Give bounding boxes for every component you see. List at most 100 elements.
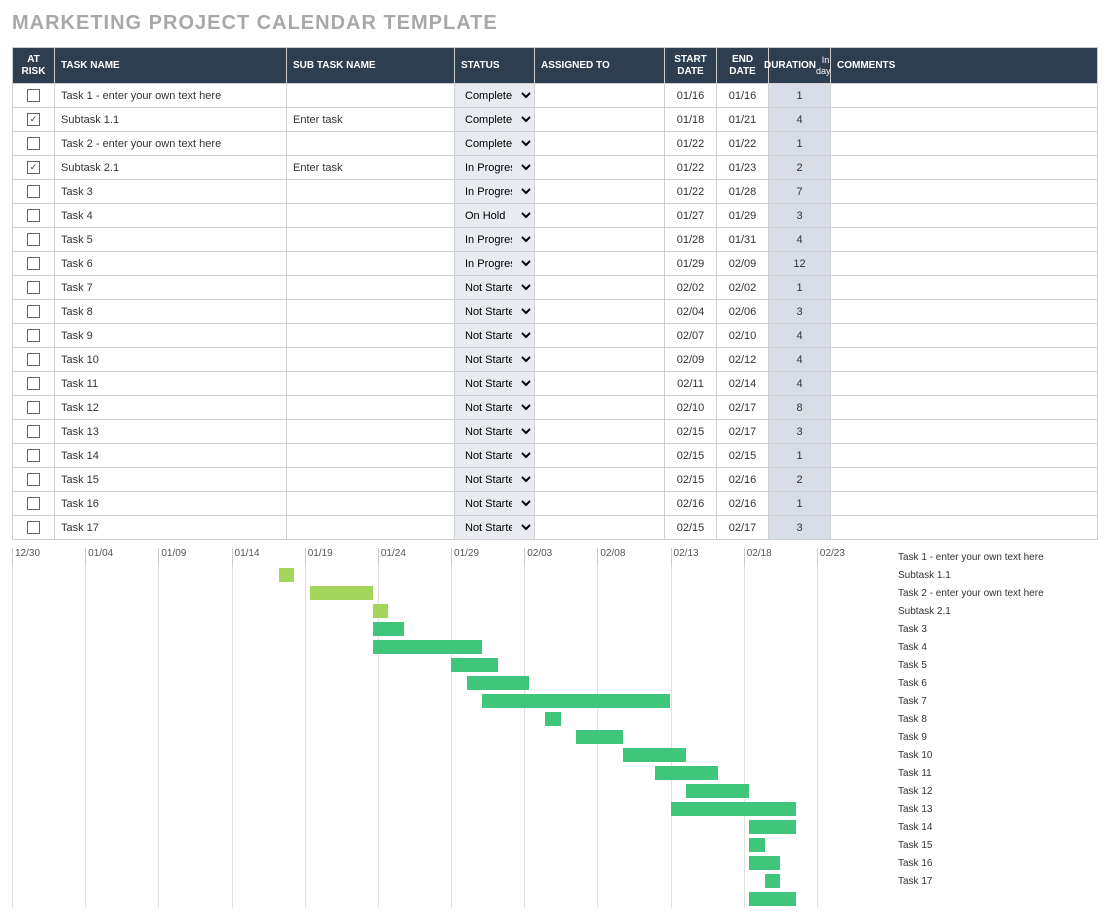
sub-task-cell[interactable] bbox=[287, 204, 455, 228]
status-dropdown[interactable]: CompleteIn ProgressOn HoldNot Started bbox=[455, 468, 534, 491]
status-dropdown[interactable]: CompleteIn ProgressOn HoldNot Started bbox=[455, 276, 534, 299]
sub-task-cell[interactable] bbox=[287, 276, 455, 300]
start-date-cell[interactable]: 01/16 bbox=[665, 84, 717, 108]
start-date-cell[interactable]: 02/09 bbox=[665, 348, 717, 372]
task-name-cell[interactable]: Task 1 - enter your own text here bbox=[55, 84, 287, 108]
task-name-cell[interactable]: Subtask 2.1 bbox=[55, 156, 287, 180]
checkbox-icon[interactable] bbox=[27, 257, 40, 270]
comments-cell[interactable] bbox=[831, 468, 1098, 492]
status-select[interactable]: CompleteIn ProgressOn HoldNot Started bbox=[455, 468, 535, 492]
checkbox-icon[interactable] bbox=[27, 305, 40, 318]
assigned-cell[interactable] bbox=[535, 204, 665, 228]
end-date-cell[interactable]: 02/16 bbox=[717, 468, 769, 492]
sub-task-cell[interactable] bbox=[287, 420, 455, 444]
start-date-cell[interactable]: 02/15 bbox=[665, 420, 717, 444]
at-risk-checkbox[interactable] bbox=[13, 468, 55, 492]
assigned-cell[interactable] bbox=[535, 468, 665, 492]
comments-cell[interactable] bbox=[831, 180, 1098, 204]
status-dropdown[interactable]: CompleteIn ProgressOn HoldNot Started bbox=[455, 228, 534, 251]
task-name-cell[interactable]: Task 4 bbox=[55, 204, 287, 228]
status-select[interactable]: CompleteIn ProgressOn HoldNot Started bbox=[455, 180, 535, 204]
start-date-cell[interactable]: 01/22 bbox=[665, 180, 717, 204]
comments-cell[interactable] bbox=[831, 156, 1098, 180]
checkbox-icon[interactable] bbox=[27, 521, 40, 534]
status-dropdown[interactable]: CompleteIn ProgressOn HoldNot Started bbox=[455, 252, 534, 275]
at-risk-checkbox[interactable] bbox=[13, 180, 55, 204]
status-dropdown[interactable]: CompleteIn ProgressOn HoldNot Started bbox=[455, 84, 534, 107]
assigned-cell[interactable] bbox=[535, 420, 665, 444]
task-name-cell[interactable]: Task 17 bbox=[55, 516, 287, 540]
end-date-cell[interactable]: 01/31 bbox=[717, 228, 769, 252]
checkbox-icon[interactable] bbox=[27, 233, 40, 246]
at-risk-checkbox[interactable] bbox=[13, 228, 55, 252]
checkbox-icon[interactable] bbox=[27, 281, 40, 294]
assigned-cell[interactable] bbox=[535, 372, 665, 396]
at-risk-checkbox[interactable] bbox=[13, 300, 55, 324]
comments-cell[interactable] bbox=[831, 276, 1098, 300]
status-dropdown[interactable]: CompleteIn ProgressOn HoldNot Started bbox=[455, 324, 534, 347]
comments-cell[interactable] bbox=[831, 420, 1098, 444]
status-select[interactable]: CompleteIn ProgressOn HoldNot Started bbox=[455, 132, 535, 156]
assigned-cell[interactable] bbox=[535, 492, 665, 516]
task-name-cell[interactable]: Task 7 bbox=[55, 276, 287, 300]
end-date-cell[interactable]: 01/28 bbox=[717, 180, 769, 204]
status-dropdown[interactable]: CompleteIn ProgressOn HoldNot Started bbox=[455, 444, 534, 467]
task-name-cell[interactable]: Task 11 bbox=[55, 372, 287, 396]
checkbox-icon[interactable] bbox=[27, 209, 40, 222]
checkbox-icon[interactable] bbox=[27, 425, 40, 438]
at-risk-checkbox[interactable] bbox=[13, 420, 55, 444]
sub-task-cell[interactable] bbox=[287, 372, 455, 396]
at-risk-checkbox[interactable] bbox=[13, 492, 55, 516]
assigned-cell[interactable] bbox=[535, 324, 665, 348]
comments-cell[interactable] bbox=[831, 132, 1098, 156]
comments-cell[interactable] bbox=[831, 348, 1098, 372]
sub-task-cell[interactable] bbox=[287, 132, 455, 156]
task-name-cell[interactable]: Task 2 - enter your own text here bbox=[55, 132, 287, 156]
start-date-cell[interactable]: 02/10 bbox=[665, 396, 717, 420]
at-risk-checkbox[interactable] bbox=[13, 132, 55, 156]
checkbox-icon[interactable] bbox=[27, 473, 40, 486]
sub-task-cell[interactable] bbox=[287, 516, 455, 540]
start-date-cell[interactable]: 01/18 bbox=[665, 108, 717, 132]
end-date-cell[interactable]: 02/12 bbox=[717, 348, 769, 372]
task-name-cell[interactable]: Task 16 bbox=[55, 492, 287, 516]
status-dropdown[interactable]: CompleteIn ProgressOn HoldNot Started bbox=[455, 396, 534, 419]
status-select[interactable]: CompleteIn ProgressOn HoldNot Started bbox=[455, 420, 535, 444]
start-date-cell[interactable]: 02/04 bbox=[665, 300, 717, 324]
assigned-cell[interactable] bbox=[535, 84, 665, 108]
comments-cell[interactable] bbox=[831, 108, 1098, 132]
at-risk-checkbox[interactable]: ✓ bbox=[13, 108, 55, 132]
start-date-cell[interactable]: 02/15 bbox=[665, 468, 717, 492]
checkbox-icon[interactable] bbox=[27, 401, 40, 414]
sub-task-cell[interactable] bbox=[287, 492, 455, 516]
task-name-cell[interactable]: Task 6 bbox=[55, 252, 287, 276]
end-date-cell[interactable]: 02/17 bbox=[717, 420, 769, 444]
start-date-cell[interactable]: 02/15 bbox=[665, 444, 717, 468]
assigned-cell[interactable] bbox=[535, 396, 665, 420]
status-select[interactable]: CompleteIn ProgressOn HoldNot Started bbox=[455, 108, 535, 132]
status-dropdown[interactable]: CompleteIn ProgressOn HoldNot Started bbox=[455, 156, 534, 179]
checkbox-icon[interactable] bbox=[27, 329, 40, 342]
status-dropdown[interactable]: CompleteIn ProgressOn HoldNot Started bbox=[455, 204, 534, 227]
at-risk-checkbox[interactable] bbox=[13, 204, 55, 228]
checkbox-icon[interactable] bbox=[27, 185, 40, 198]
status-dropdown[interactable]: CompleteIn ProgressOn HoldNot Started bbox=[455, 132, 534, 155]
comments-cell[interactable] bbox=[831, 516, 1098, 540]
status-dropdown[interactable]: CompleteIn ProgressOn HoldNot Started bbox=[455, 516, 534, 539]
end-date-cell[interactable]: 02/17 bbox=[717, 516, 769, 540]
task-name-cell[interactable]: Task 9 bbox=[55, 324, 287, 348]
status-dropdown[interactable]: CompleteIn ProgressOn HoldNot Started bbox=[455, 300, 534, 323]
status-select[interactable]: CompleteIn ProgressOn HoldNot Started bbox=[455, 276, 535, 300]
end-date-cell[interactable]: 02/14 bbox=[717, 372, 769, 396]
start-date-cell[interactable]: 02/07 bbox=[665, 324, 717, 348]
sub-task-cell[interactable] bbox=[287, 444, 455, 468]
assigned-cell[interactable] bbox=[535, 132, 665, 156]
sub-task-cell[interactable] bbox=[287, 84, 455, 108]
comments-cell[interactable] bbox=[831, 300, 1098, 324]
task-name-cell[interactable]: Task 13 bbox=[55, 420, 287, 444]
assigned-cell[interactable] bbox=[535, 108, 665, 132]
status-select[interactable]: CompleteIn ProgressOn HoldNot Started bbox=[455, 228, 535, 252]
checkbox-icon[interactable] bbox=[27, 137, 40, 150]
status-select[interactable]: CompleteIn ProgressOn HoldNot Started bbox=[455, 252, 535, 276]
status-select[interactable]: CompleteIn ProgressOn HoldNot Started bbox=[455, 300, 535, 324]
